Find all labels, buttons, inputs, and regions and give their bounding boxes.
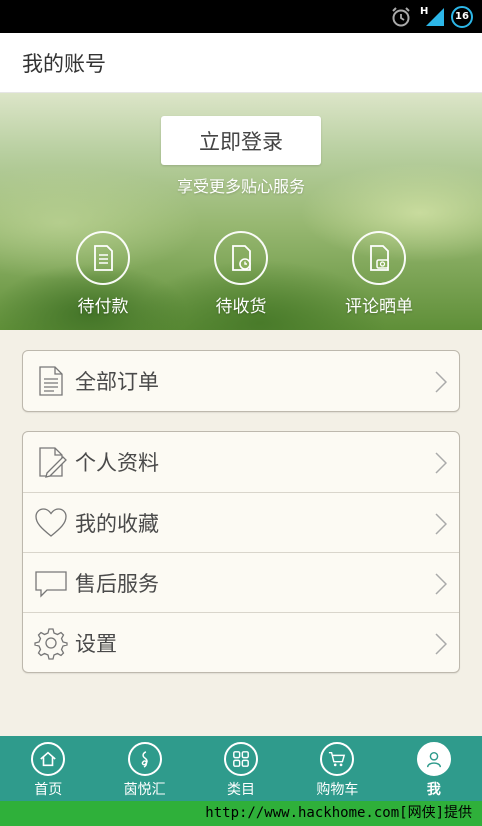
banner-subtitle: 享受更多贴心服务 bbox=[176, 177, 305, 196]
chevron-right-icon bbox=[435, 452, 447, 474]
heart-icon bbox=[35, 507, 67, 537]
review-shortcut[interactable]: 评论晒单 bbox=[319, 231, 439, 317]
chevron-right-icon bbox=[435, 573, 447, 595]
nav-label: 类目 bbox=[227, 782, 256, 798]
gear-icon bbox=[34, 627, 68, 660]
document-clock-icon bbox=[214, 231, 268, 285]
menu-item-profile[interactable]: 个人资料 bbox=[23, 432, 459, 492]
menu-item-settings[interactable]: 设置 bbox=[23, 612, 459, 672]
bottom-nav: 首页 茵悦汇 类目 购物车 我 bbox=[0, 736, 482, 801]
login-button[interactable]: 立即登录 bbox=[161, 116, 321, 165]
menu-item-label: 个人资料 bbox=[75, 451, 159, 475]
nav-item-categories[interactable]: 类目 bbox=[193, 736, 289, 801]
nav-label: 首页 bbox=[34, 782, 63, 798]
chat-bubble-icon bbox=[35, 570, 67, 598]
music-note-icon bbox=[127, 742, 162, 776]
account-menu: 个人资料 我的收藏 售后服务 设置 bbox=[22, 431, 460, 673]
pending-payment-shortcut[interactable]: 待付款 bbox=[43, 231, 163, 317]
nav-item-club[interactable]: 茵悦汇 bbox=[96, 736, 192, 801]
menu-item-after-sales[interactable]: 售后服务 bbox=[23, 552, 459, 612]
profile-edit-icon bbox=[39, 447, 67, 478]
document-camera-icon bbox=[352, 231, 406, 285]
chevron-right-icon bbox=[435, 371, 447, 393]
menu-item-label: 售后服务 bbox=[75, 571, 159, 596]
watermark-text: http://www.hackhome.com[网侠]提供 bbox=[205, 805, 472, 821]
watermark-strip: http://www.hackhome.com[网侠]提供 bbox=[0, 801, 482, 826]
nav-label: 购物车 bbox=[316, 782, 359, 798]
page-title: 我的账号 bbox=[22, 52, 106, 76]
document-icon bbox=[76, 231, 130, 285]
menu-item-label: 我的收藏 bbox=[75, 511, 159, 536]
person-icon bbox=[416, 742, 451, 776]
orders-menu: 全部订单 bbox=[22, 350, 460, 412]
status-bar: H 16 bbox=[0, 0, 482, 33]
nav-label: 茵悦汇 bbox=[123, 782, 166, 798]
chevron-right-icon bbox=[435, 633, 447, 655]
pending-receipt-shortcut[interactable]: 待收货 bbox=[181, 231, 301, 317]
menu-item-label: 全部订单 bbox=[75, 370, 159, 394]
review-label: 评论晒单 bbox=[345, 297, 413, 317]
menu-item-favorites[interactable]: 我的收藏 bbox=[23, 492, 459, 552]
home-icon bbox=[31, 742, 66, 776]
account-banner: 立即登录 享受更多贴心服务 待付款 待收货 评论晒单 bbox=[0, 93, 482, 330]
nav-item-home[interactable]: 首页 bbox=[0, 736, 96, 801]
order-list-icon bbox=[39, 366, 63, 396]
cart-icon bbox=[320, 742, 355, 776]
nav-item-me[interactable]: 我 bbox=[386, 736, 482, 801]
menu-item-label: 设置 bbox=[75, 631, 117, 656]
pending-receipt-label: 待收货 bbox=[215, 297, 267, 317]
network-type-label: H bbox=[420, 6, 428, 17]
title-bar: 我的账号 bbox=[0, 33, 482, 93]
signal-icon: H bbox=[420, 5, 446, 27]
nav-label: 我 bbox=[426, 782, 441, 798]
nav-item-cart[interactable]: 购物车 bbox=[289, 736, 385, 801]
grid-icon bbox=[224, 742, 259, 776]
screen: H 16 我的账号 立即登录 享受更多贴心服务 待付款 待收货 评论晒单 全部订… bbox=[0, 0, 482, 826]
battery-icon: 16 bbox=[451, 6, 473, 28]
pending-payment-label: 待付款 bbox=[77, 297, 129, 317]
alarm-icon bbox=[392, 7, 410, 27]
chevron-right-icon bbox=[435, 513, 447, 535]
menu-item-all-orders[interactable]: 全部订单 bbox=[23, 351, 459, 411]
